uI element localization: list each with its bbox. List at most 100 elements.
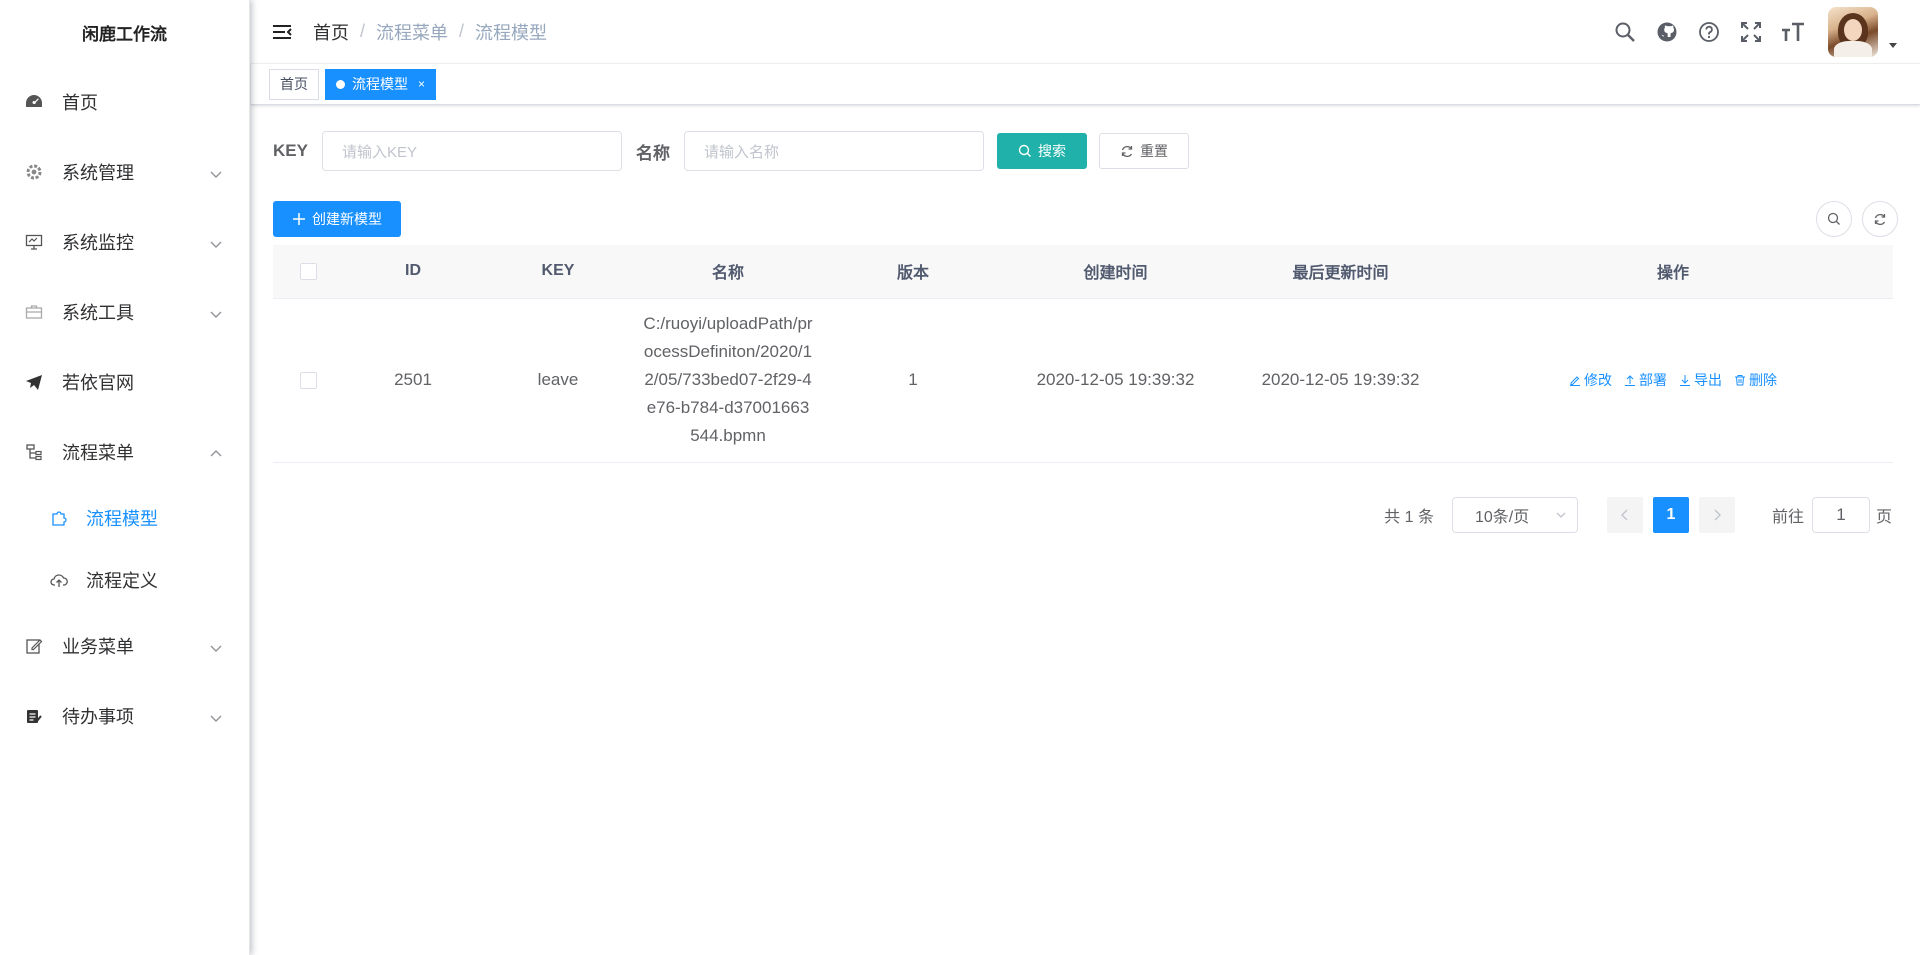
search-icon[interactable] (1613, 20, 1637, 44)
app-main: KEY 请输入KEY 名称 请输入名称 搜索 重置 创建新模型 ID KEY 名… (251, 127, 1920, 533)
tag-home[interactable]: 首页 (269, 68, 319, 100)
refresh-icon (1874, 213, 1886, 226)
delete-action-label: 删除 (1749, 372, 1777, 388)
key-label: KEY (273, 141, 308, 160)
deploy-action-label: 部署 (1639, 372, 1667, 388)
next-page-button[interactable] (1698, 496, 1735, 533)
page-size-value: 10条/页 (1474, 508, 1530, 526)
sidebar-item-label: 系统监控 (62, 233, 134, 253)
delete-action[interactable]: 删除 (1734, 370, 1777, 390)
github-icon[interactable] (1655, 20, 1679, 44)
navbar: 首页 / 流程菜单 / 流程模型 (251, 0, 1920, 64)
sidebar-item-system-tools[interactable]: 系统工具 (0, 277, 249, 347)
breadcrumb-home[interactable]: 首页 (313, 19, 349, 45)
sidebar-item-label: 业务菜单 (62, 637, 134, 657)
created-time-cell: 2020-12-05 19:39:32 (1003, 298, 1228, 463)
export-action[interactable]: 导出 (1679, 370, 1722, 390)
column-header: KEY (483, 245, 633, 299)
chevron-down-icon (209, 709, 223, 723)
edit-icon (1569, 374, 1581, 386)
question-icon[interactable] (1697, 20, 1721, 44)
refresh-button[interactable] (1862, 201, 1898, 237)
goto-label: 前往 (1771, 508, 1804, 526)
column-header: 创建时间 (1003, 245, 1228, 299)
cloud-upload-icon (50, 571, 68, 589)
breadcrumb-separator: / (459, 21, 465, 41)
close-icon[interactable]: × (418, 70, 425, 99)
caret-down-icon[interactable] (1888, 37, 1898, 48)
page-number-button[interactable]: 1 (1652, 496, 1689, 533)
chevron-down-icon (209, 305, 223, 319)
edit-action-label: 修改 (1584, 372, 1612, 388)
sidebar-item-system-monitor[interactable]: 系统监控 (0, 207, 249, 277)
tag-flow-model[interactable]: 流程模型 × (325, 68, 437, 100)
sidebar-subitem-flow-definition[interactable]: 流程定义 (0, 549, 249, 611)
monitor-icon (24, 232, 44, 252)
puzzle-icon (50, 509, 68, 527)
select-all-checkbox[interactable] (299, 262, 317, 280)
total-count: 共 1 条 (1384, 508, 1434, 526)
header-right-menu (1604, 0, 1898, 64)
column-header: 操作 (1453, 245, 1893, 299)
todo-icon (24, 706, 44, 726)
key-cell: leave (483, 298, 633, 463)
sidebar-item-home[interactable]: 首页 (0, 67, 249, 137)
plus-icon (292, 212, 306, 226)
chevron-down-icon (1556, 512, 1566, 518)
search-button[interactable]: 搜索 (996, 133, 1087, 169)
deploy-action[interactable]: 部署 (1624, 370, 1667, 390)
flow-icon (24, 442, 44, 462)
download-icon (1679, 374, 1691, 386)
column-header: 最后更新时间 (1228, 245, 1453, 299)
upload-icon (1624, 374, 1636, 386)
column-header: 版本 (823, 245, 1003, 299)
row-checkbox[interactable] (299, 372, 317, 390)
toggle-search-button[interactable] (1816, 201, 1852, 237)
hamburger-icon[interactable] (271, 21, 293, 43)
sidebar-item-label: 流程模型 (86, 509, 158, 529)
sidebar-item-label: 流程菜单 (62, 443, 134, 463)
sidebar-item-ruoyi-site[interactable]: 若依官网 (0, 347, 249, 417)
search-button-label: 搜索 (1037, 143, 1066, 159)
gear-icon (24, 162, 44, 182)
column-header: 名称 (633, 245, 823, 299)
sidebar-item-flow-menu[interactable]: 流程菜单 (0, 417, 249, 487)
paper-plane-icon (24, 372, 44, 392)
app-logo-title: 闲鹿工作流 (82, 24, 167, 44)
sidebar-item-label: 系统管理 (62, 163, 134, 183)
sidebar-item-label: 系统工具 (62, 303, 134, 323)
edit-action[interactable]: 修改 (1569, 370, 1612, 390)
create-model-button[interactable]: 创建新模型 (273, 201, 401, 237)
sidebar-subitem-flow-model[interactable]: 流程模型 (0, 487, 249, 549)
tag-label: 流程模型 (352, 75, 408, 92)
avatar[interactable] (1828, 7, 1878, 57)
sidebar-item-business-menu[interactable]: 业务菜单 (0, 611, 249, 681)
model-table: ID KEY 名称 版本 创建时间 最后更新时间 操作 2501 leave C… (273, 245, 1893, 463)
search-icon (1018, 144, 1032, 158)
active-dot-icon (336, 79, 345, 89)
fullscreen-icon[interactable] (1739, 20, 1763, 44)
toolbox-icon (24, 302, 44, 322)
name-cell: C:/ruoyi/uploadPath/processDefiniton/202… (633, 298, 823, 463)
sidebar-item-system-admin[interactable]: 系统管理 (0, 137, 249, 207)
sidebar-item-label: 待办事项 (62, 707, 134, 727)
reset-button[interactable]: 重置 (1098, 133, 1189, 169)
breadcrumb-flow-menu: 流程菜单 (376, 22, 449, 43)
font-size-icon[interactable] (1781, 20, 1805, 44)
goto-page-input[interactable]: 1 (1811, 496, 1870, 533)
chevron-left-icon (1620, 509, 1628, 520)
page-size-select[interactable]: 10条/页 (1451, 496, 1578, 533)
reset-button-label: 重置 (1139, 143, 1168, 159)
prev-page-button[interactable] (1606, 496, 1643, 533)
table-row: 2501 leave C:/ruoyi/uploadPath/processDe… (273, 298, 1893, 463)
edit-icon (24, 636, 44, 656)
name-input[interactable]: 请输入名称 (683, 131, 984, 171)
export-action-label: 导出 (1694, 372, 1722, 388)
table-toolbar: 创建新模型 (273, 201, 1898, 237)
main-area: 首页 / 流程菜单 / 流程模型 首页 流程模型 × KEY 请输入KEY 名称… (251, 0, 1920, 955)
breadcrumb-separator: / (360, 21, 366, 41)
chevron-up-icon (209, 445, 223, 459)
sidebar-item-todo[interactable]: 待办事项 (0, 681, 249, 751)
key-input[interactable]: 请输入KEY (321, 131, 622, 171)
dashboard-icon (24, 92, 44, 112)
